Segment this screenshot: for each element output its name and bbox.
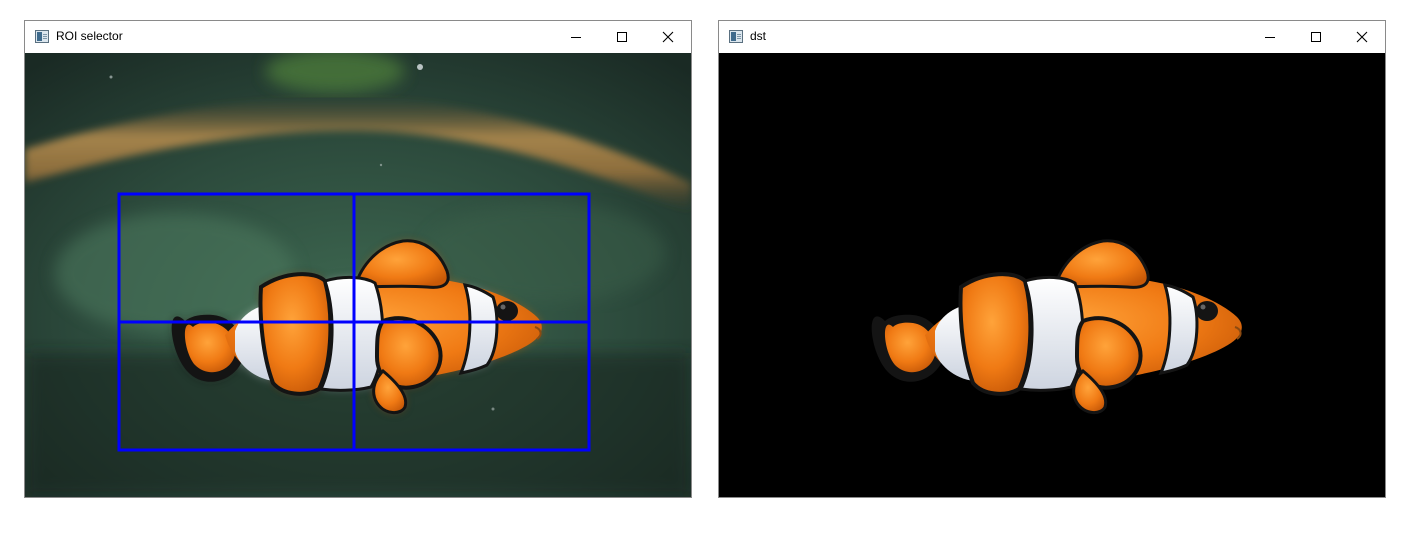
minimize-icon	[1265, 36, 1275, 38]
segmented-clownfish	[869, 238, 1244, 415]
roi-selector-window[interactable]: ROI selector	[24, 20, 692, 498]
roi-rectangle[interactable]	[25, 53, 691, 497]
close-button[interactable]	[645, 21, 691, 53]
minimize-button[interactable]	[553, 21, 599, 53]
window-title: ROI selector	[56, 29, 123, 43]
window-app-icon	[35, 30, 49, 43]
close-button[interactable]	[1339, 21, 1385, 53]
image-canvas[interactable]	[25, 53, 691, 497]
title-bar[interactable]: ROI selector	[25, 21, 691, 53]
window-app-icon	[729, 30, 743, 43]
minimize-icon	[571, 36, 581, 38]
close-icon	[662, 31, 674, 43]
window-title: dst	[750, 29, 767, 43]
segmented-output-canvas	[719, 53, 1385, 497]
close-icon	[1356, 31, 1368, 43]
title-bar[interactable]: dst	[719, 21, 1385, 53]
maximize-icon	[1311, 32, 1321, 42]
minimize-button[interactable]	[1247, 21, 1293, 53]
maximize-button[interactable]	[599, 21, 645, 53]
maximize-button[interactable]	[1293, 21, 1339, 53]
maximize-icon	[617, 32, 627, 42]
dst-window[interactable]: dst	[718, 20, 1386, 498]
